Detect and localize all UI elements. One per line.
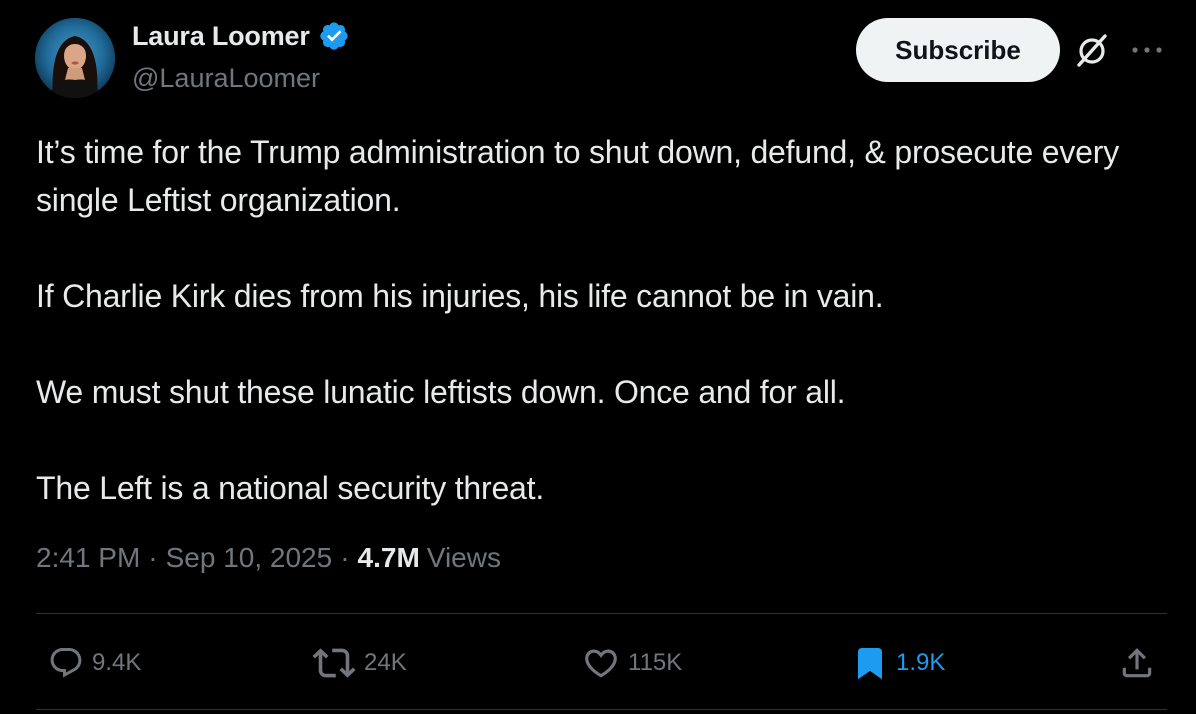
author-display-name[interactable]: Laura Loomer [132, 21, 310, 52]
meta-separator: · [340, 542, 350, 573]
divider [36, 613, 1167, 614]
grok-icon[interactable] [1072, 30, 1112, 70]
tweet-text: It’s time for the Trump administration t… [36, 128, 1176, 512]
verified-badge-icon[interactable] [318, 20, 350, 52]
bookmark-count: 1.9K [896, 649, 946, 676]
reply-button[interactable]: 9.4K [48, 644, 141, 682]
meta-separator: · [148, 542, 158, 573]
tweet-paragraph: If Charlie Kirk dies from his injuries, … [36, 278, 884, 314]
tweet-date[interactable]: Sep 10, 2025 [166, 542, 333, 574]
repost-count: 24K [364, 649, 407, 676]
share-button[interactable] [1118, 644, 1156, 682]
tweet-paragraph: The Left is a national security threat. [36, 470, 545, 506]
heart-icon [585, 649, 617, 678]
tweet-meta: 2:41 PM · Sep 10, 2025 · 4.7M Views [36, 542, 501, 574]
more-options-icon[interactable] [1129, 40, 1165, 60]
tweet-paragraph: It’s time for the Trump administration t… [36, 134, 1120, 218]
bookmark-icon [858, 648, 882, 680]
author-name-row[interactable]: Laura Loomer [132, 20, 350, 52]
repost-button[interactable]: 24K [312, 644, 407, 682]
divider [36, 709, 1167, 710]
repost-icon [312, 648, 356, 678]
tweet-time[interactable]: 2:41 PM [36, 542, 140, 574]
like-count: 115K [628, 649, 683, 676]
tweet-paragraph: We must shut these lunatic leftists down… [36, 374, 846, 410]
avatar-image [35, 18, 115, 98]
tweet-card: Laura Loomer @LauraLoomer Subscribe It’s… [0, 0, 1196, 714]
subscribe-button[interactable]: Subscribe [856, 18, 1060, 82]
share-icon [1122, 648, 1152, 678]
author-handle[interactable]: @LauraLoomer [132, 63, 320, 94]
views-count[interactable]: 4.7M [358, 542, 420, 574]
like-button[interactable]: 115K [582, 644, 682, 682]
avatar[interactable] [35, 18, 115, 98]
reply-icon [50, 648, 82, 678]
views-label[interactable]: Views [427, 542, 501, 574]
reply-count: 9.4K [92, 649, 142, 676]
bookmark-button[interactable]: 1.9K [852, 644, 945, 682]
